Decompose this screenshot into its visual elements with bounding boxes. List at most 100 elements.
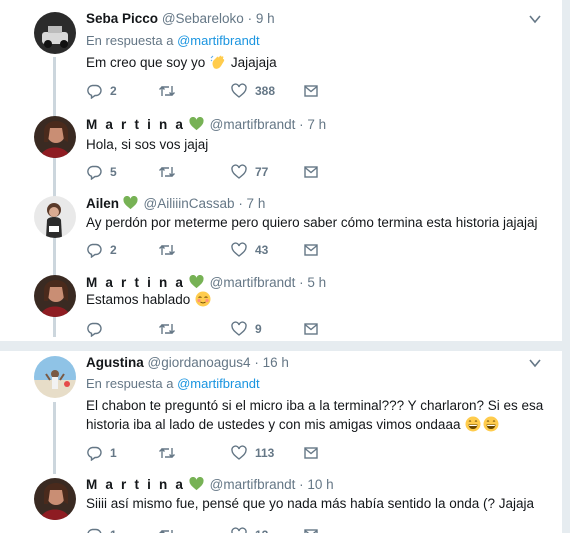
grinning-face-emoji-icon [465,416,481,432]
retweet-icon [159,448,175,458]
timestamp[interactable]: · 9 h [248,11,275,26]
like-button[interactable]: 388 [231,81,275,101]
relieved-face-emoji-icon [195,291,211,307]
like-count: 12 [255,528,268,533]
reply-button[interactable]: 1 [86,443,117,463]
tweet[interactable]: Seba Picco @Sebareloko · 9 h En respuest… [0,0,562,108]
timestamp[interactable]: · 10 h [299,477,334,492]
retweet-icon [159,530,173,533]
retweet-button[interactable] [158,240,184,260]
display-name[interactable]: M a r t i n a [86,275,185,290]
green-heart-icon [189,275,204,289]
retweet-button[interactable] [158,525,184,533]
green-heart-icon [189,477,204,491]
avatar[interactable] [34,478,76,520]
reply-icon [87,446,102,461]
reply-button[interactable]: 1 [86,525,117,533]
tweet-text-content: historia iba al lado de ustedes y con mi… [86,417,461,432]
timestamp[interactable]: · 7 h [299,117,326,132]
tweet-header: M a r t i n a @martifbrandt · 5 h [86,275,326,291]
direct-message-button[interactable] [303,162,319,182]
avatar[interactable] [34,196,76,238]
retweet-button[interactable] [158,319,184,339]
retweet-icon [159,167,175,177]
display-name[interactable]: Seba Picco [86,11,158,26]
reply-button[interactable]: 2 [86,240,117,260]
like-button[interactable]: 77 [231,162,268,182]
reply-context: En respuesta a @martifbrandt [86,376,260,391]
like-button[interactable]: 12 [231,525,268,533]
timestamp[interactable]: · 7 h [238,196,265,211]
timestamp[interactable]: · 5 h [299,275,326,290]
reply-mention-link[interactable]: @martifbrandt [177,376,260,391]
avatar[interactable] [34,275,76,317]
display-name[interactable]: Agustina [86,355,144,370]
direct-message-button[interactable] [303,319,319,339]
tweet-text-content: Estamos hablado [86,292,191,307]
username[interactable]: @martifbrandt [210,477,296,492]
tweet[interactable]: M a r t i n a @martifbrandt · 10 h Siiii… [0,471,562,533]
heart-icon [231,164,247,179]
tweet-text: Hola, si sos vos jajaj [86,137,209,152]
display-name[interactable]: M a r t i n a [86,117,185,132]
conversation-timeline: Seba Picco @Sebareloko · 9 h En respuest… [0,0,563,533]
reply-mention-link[interactable]: @martifbrandt [177,33,260,48]
reply-button[interactable]: 5 [86,162,117,182]
like-count: 113 [255,446,275,460]
reply-count: 2 [110,84,117,98]
tweet[interactable]: M a r t i n a @martifbrandt · 7 h Hola, … [0,108,562,189]
reply-prefix: En respuesta a [86,376,174,391]
display-name[interactable]: M a r t i n a [86,477,185,492]
username[interactable]: @Sebareloko [162,11,244,26]
tweet[interactable]: M a r t i n a @martifbrandt · 5 h Estamo… [0,269,562,341]
tweet-text-content: Em creo que soy yo [86,55,206,70]
like-count: 77 [255,165,269,179]
green-heart-icon [189,117,204,131]
reply-icon [87,243,102,258]
like-button[interactable]: 9 [231,319,262,339]
retweet-button[interactable] [158,443,184,463]
chevron-down-icon[interactable] [528,356,542,370]
tweet[interactable]: Agustina @giordanoagus4 · 16 h En respue… [0,351,562,471]
username[interactable]: @giordanoagus4 [148,355,251,370]
retweet-button[interactable] [158,81,184,101]
direct-message-button[interactable] [303,240,319,260]
tweet-actions: 9 [86,319,346,339]
chevron-down-icon[interactable] [528,12,542,26]
reply-prefix: En respuesta a [86,33,174,48]
reply-icon [87,528,102,533]
avatar[interactable] [34,356,76,398]
reply-icon [87,165,102,180]
reply-button[interactable]: 2 [86,81,117,101]
tweet-header: Seba Picco @Sebareloko · 9 h [86,11,275,27]
tweet-text-line: historia iba al lado de ustedes y con mi… [86,415,543,434]
direct-message-button[interactable] [303,81,319,101]
waving-hand-emoji-icon [210,55,225,69]
tweet[interactable]: Ailen @AiliiinCassab · 7 h Ay perdón por… [0,189,562,269]
tweet-text-line: El chabon te preguntó si el micro iba a … [86,398,544,413]
direct-message-button[interactable] [303,525,319,533]
heart-icon [231,445,247,460]
avatar[interactable] [34,12,76,54]
heart-icon [231,321,247,336]
avatar[interactable] [34,116,76,158]
display-name[interactable]: Ailen [86,196,119,211]
tweet-text: Em creo que soy yo Jajajaja [86,53,277,72]
like-button[interactable]: 113 [231,443,274,463]
timestamp[interactable]: · 16 h [254,355,289,370]
reply-context: En respuesta a @martifbrandt [86,33,260,48]
reply-button[interactable] [86,319,110,339]
username[interactable]: @martifbrandt [210,117,296,132]
tweet-actions: 2 388 [86,81,346,101]
envelope-icon [304,166,318,178]
username[interactable]: @martifbrandt [210,275,296,290]
tweet-text: El chabon te preguntó si el micro iba a … [86,396,543,434]
retweet-button[interactable] [158,162,184,182]
direct-message-button[interactable] [303,443,319,463]
envelope-icon [304,323,318,335]
like-count: 9 [255,322,262,336]
username[interactable]: @AiliiinCassab [144,196,235,211]
reply-count: 2 [110,243,117,257]
like-button[interactable]: 43 [231,240,268,260]
heart-icon [231,527,247,533]
